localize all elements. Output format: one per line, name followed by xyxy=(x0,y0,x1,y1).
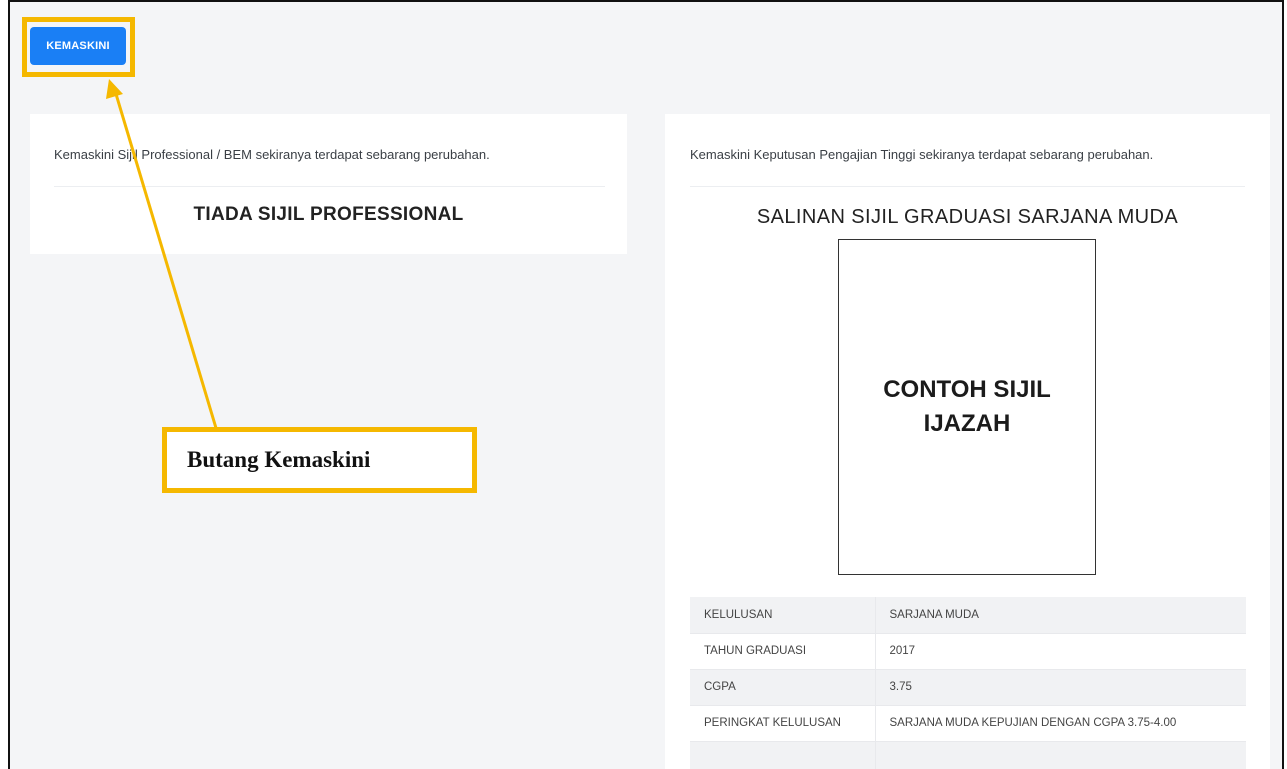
arrow-head-icon xyxy=(106,79,123,99)
arrow-line xyxy=(114,93,218,429)
callout-label: Butang Kemaskini xyxy=(187,447,371,472)
annotation-callout: Butang Kemaskini xyxy=(162,427,477,493)
page-frame: KEMASKINI Kemaskini Sijil Professional /… xyxy=(8,0,1284,769)
annotation-arrow xyxy=(106,79,218,429)
